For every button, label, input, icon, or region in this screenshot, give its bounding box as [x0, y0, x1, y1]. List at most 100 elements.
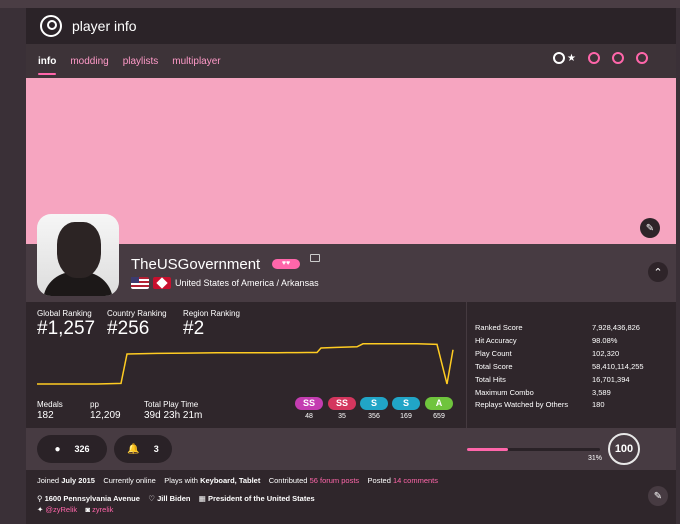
grade-badge: SS — [295, 397, 323, 410]
stat-label: Play Count — [475, 348, 512, 358]
friends-count: 326 — [74, 444, 90, 454]
grade-count: 35 — [338, 413, 346, 420]
stat-row: Hit Accuracy 98.08% — [475, 336, 645, 345]
pp-label: pp — [90, 400, 99, 409]
stat-row: Replays Watched by Others 180 — [475, 400, 645, 409]
page-header: player info — [26, 8, 676, 44]
plays-prefix: Plays with — [164, 476, 198, 485]
stat-row: Total Hits 16,701,394 — [475, 375, 645, 384]
occupation-text: President of the United States — [207, 494, 315, 503]
stat-value: 98.08% — [592, 335, 618, 345]
stat-label: Hit Accuracy — [475, 335, 517, 345]
us-flag-icon[interactable] — [131, 277, 149, 289]
grade-badge: SS — [328, 397, 356, 410]
stat-value: 180 — [592, 400, 605, 410]
play-time-label: Total Play Time — [144, 400, 199, 409]
grade-count: 169 — [400, 413, 412, 420]
posted-prefix: Posted — [367, 476, 391, 485]
osu-icon[interactable] — [553, 52, 566, 64]
collapse-button[interactable]: ⌃ — [648, 262, 668, 282]
grade-count: 659 — [433, 413, 445, 420]
grade-badge: S — [392, 397, 420, 410]
info-line-details: ⚲ 1600 Pennsylvania Avenue ♡ Jill Biden … — [37, 494, 315, 503]
contributed-prefix: Contributed — [268, 476, 308, 485]
grade-badge: A — [425, 397, 453, 410]
interests-text: Jill Biden — [157, 494, 191, 503]
username: TheUSGovernment — [131, 256, 261, 273]
stat-row: Play Count 102,320 — [475, 349, 645, 358]
bell-icon: 🔔 — [127, 443, 140, 455]
friends-button[interactable]: ● 326 — [37, 435, 107, 463]
supporter-badge[interactable]: ♥♥ — [272, 259, 300, 269]
discord-handle[interactable]: zyrelik — [92, 505, 113, 514]
tab-multiplayer[interactable]: multiplayer — [172, 56, 220, 67]
stat-value: 3,589 — [592, 387, 611, 397]
edit-cover-button[interactable]: ✎ — [640, 218, 660, 238]
arkansas-flag-icon[interactable] — [153, 277, 171, 289]
user-card-icon[interactable] — [310, 254, 320, 262]
rank-history-chart — [37, 343, 454, 385]
stat-row: Total Score 58,410,114,255 — [475, 362, 645, 371]
pp-value: 12,209 — [90, 410, 121, 421]
stat-value: 102,320 — [592, 348, 620, 358]
level-progress-fill — [467, 448, 509, 451]
tab-info[interactable]: info — [38, 56, 57, 75]
rank-history-line — [37, 343, 454, 385]
pencil-icon: ✎ — [645, 222, 655, 234]
level-progress-text: 31% — [588, 455, 603, 462]
country-ranking-label: Country Ranking — [107, 309, 167, 318]
pencil-icon: ✎ — [653, 490, 663, 502]
info-line-activity: Joined July 2015 Currently online Plays … — [37, 476, 438, 485]
twitter-icon: ✦ — [37, 505, 44, 514]
profile-header-band — [26, 244, 676, 302]
mania-icon[interactable] — [636, 52, 648, 64]
stat-label: Ranked Score — [475, 323, 523, 332]
region-ranking-value: #2 — [183, 318, 205, 339]
stat-value: 7,928,436,826 — [592, 323, 640, 332]
address-text: 1600 Pennsylvania Avenue — [44, 494, 140, 503]
medals-value: 182 — [37, 410, 54, 421]
tab-modding[interactable]: modding — [70, 56, 108, 67]
forum-posts-link[interactable]: 56 forum posts — [310, 476, 360, 485]
avatar — [37, 214, 119, 296]
mode-selector: ★ — [553, 52, 648, 64]
global-ranking-value: #1,257 — [37, 318, 96, 339]
stat-label: Maximum Combo — [475, 387, 534, 397]
discord-icon: ◙ — [85, 505, 91, 514]
plays-with: Keyboard, Tablet — [200, 476, 261, 485]
stat-value: 58,410,114,255 — [592, 361, 644, 371]
joined-prefix: Joined — [37, 476, 60, 485]
taiko-icon[interactable] — [588, 52, 600, 64]
comments-link[interactable]: 14 comments — [393, 476, 438, 485]
top-strip — [0, 0, 680, 8]
level-badge: 100 — [608, 433, 640, 465]
stat-row: Maximum Combo 3,589 — [475, 388, 645, 397]
edit-info-button[interactable]: ✎ — [648, 486, 668, 506]
country-ranking-value: #256 — [107, 318, 150, 339]
stat-row: Ranked Score 7,928,436,826 — [475, 323, 645, 332]
region-ranking-label: Region Ranking — [183, 309, 240, 318]
building-icon: ▦ — [198, 494, 206, 503]
stat-label: Total Hits — [475, 374, 506, 384]
profile-cover: ✎ — [26, 78, 676, 244]
grade-count: 356 — [368, 413, 380, 420]
level-progress-bar — [467, 448, 600, 451]
global-ranking-label: Global Ranking — [37, 309, 92, 318]
page-title: player info — [72, 18, 137, 34]
stat-label: Replays Watched by Others — [475, 400, 569, 410]
heart-icon: ♡ — [148, 494, 156, 503]
grade-count: 48 — [305, 413, 313, 420]
stat-value: 16,701,394 — [592, 374, 630, 384]
avatar-face — [57, 222, 101, 278]
tab-playlists[interactable]: playlists — [123, 56, 159, 67]
catch-icon[interactable] — [612, 52, 624, 64]
player-info-icon — [40, 15, 62, 37]
medals-label: Medals — [37, 400, 63, 409]
joined-date: July 2015 — [61, 476, 95, 485]
mapping-followers-count: 3 — [153, 444, 159, 454]
online-status: Currently online — [103, 476, 156, 485]
default-mode-star-icon: ★ — [567, 52, 576, 64]
mapping-followers-button[interactable]: 🔔 3 — [114, 435, 172, 463]
twitter-link[interactable]: @zyRelik — [45, 505, 77, 514]
stat-label: Total Score — [475, 361, 513, 371]
